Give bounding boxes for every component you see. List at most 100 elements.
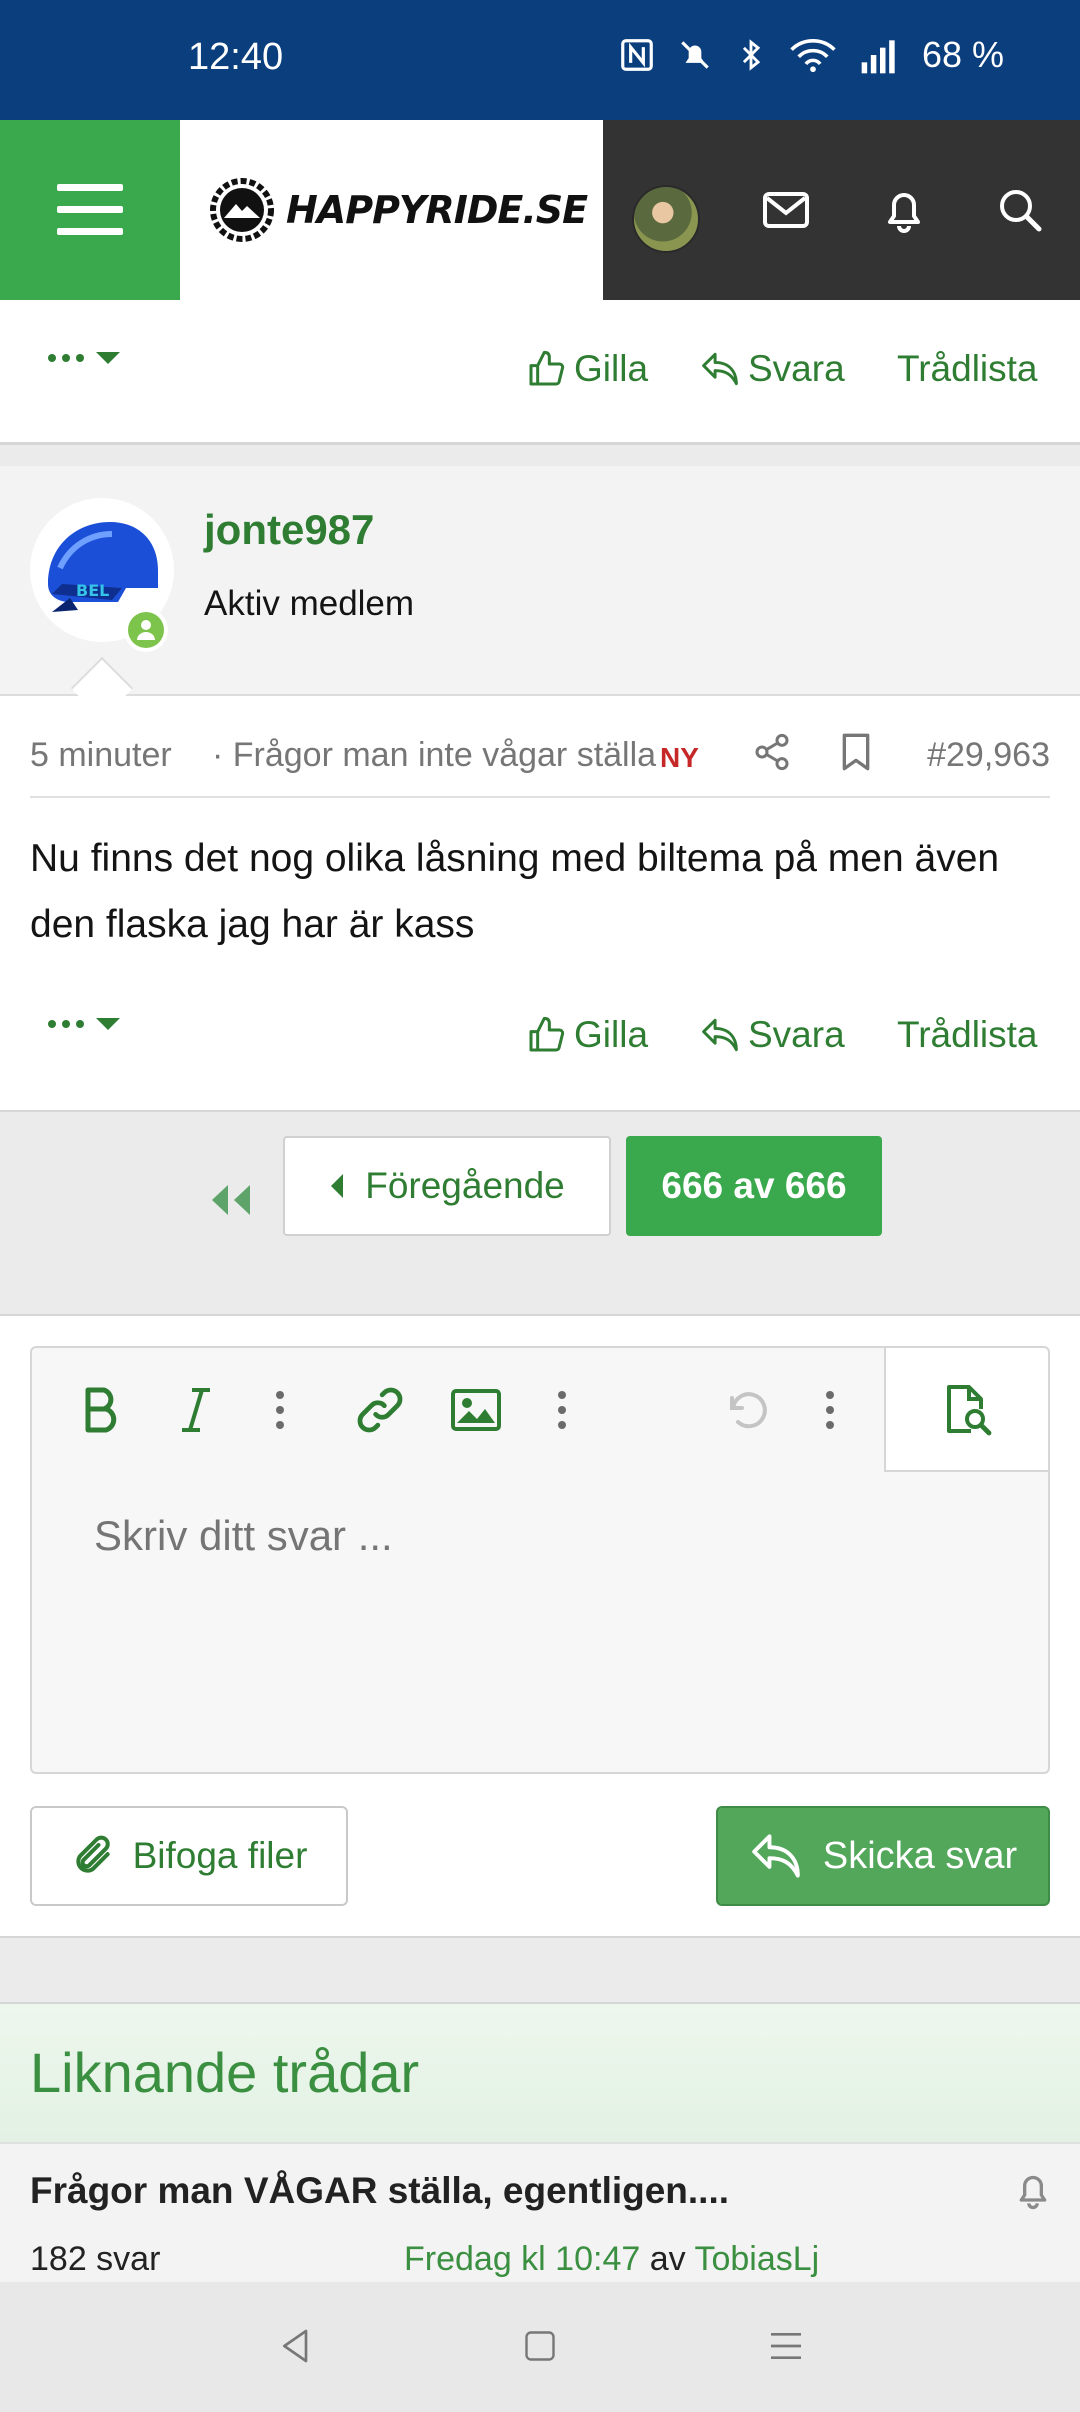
reply-icon: [702, 352, 738, 386]
recents-button[interactable]: [756, 2316, 816, 2376]
thread-list-link[interactable]: Trådlista: [897, 1014, 1038, 1056]
post-body: Nu finns det nog olika låsning med bilte…: [30, 837, 1000, 946]
bold-icon: [85, 1387, 117, 1433]
site-logo[interactable]: HAPPYRIDE.SE: [180, 120, 603, 300]
similar-threads-header: Liknande trådar: [0, 2002, 1080, 2142]
caret-down-icon: [96, 352, 120, 364]
status-icons: 68 %: [618, 34, 1004, 76]
like-button[interactable]: Gilla: [526, 1014, 648, 1056]
previous-page-button[interactable]: Föregående: [283, 1136, 611, 1236]
mail-button[interactable]: [758, 182, 814, 238]
bookmark-button[interactable]: [838, 732, 874, 781]
more-options-button[interactable]: [48, 1018, 120, 1030]
search-icon: [1000, 190, 1042, 232]
share-icon: [755, 733, 789, 771]
mail-icon: [763, 192, 809, 228]
more-options-button[interactable]: [48, 352, 120, 364]
alerts-button[interactable]: [876, 182, 932, 238]
last-post-time[interactable]: Fredag kl 10:47: [404, 2240, 640, 2278]
preview-icon: [947, 1385, 992, 1436]
back-triangle-icon: [283, 2329, 308, 2363]
search-button[interactable]: [992, 182, 1048, 238]
bold-button[interactable]: [72, 1380, 132, 1440]
menu-icon: [57, 184, 123, 235]
italic-icon: [182, 1388, 210, 1432]
reply-button[interactable]: Svara: [700, 1014, 845, 1056]
like-label: Gilla: [574, 348, 649, 389]
attach-files-button[interactable]: Bifoga filer: [30, 1806, 348, 1906]
back-button[interactable]: [266, 2316, 326, 2376]
avatar[interactable]: [632, 185, 700, 253]
undo-icon: [730, 1392, 767, 1429]
attach-label: Bifoga filer: [132, 1835, 308, 1876]
link-icon: [357, 1387, 403, 1433]
more-icon: [558, 1391, 566, 1429]
ellipsis-icon: [48, 354, 84, 362]
link-button[interactable]: [350, 1380, 410, 1440]
home-button[interactable]: [510, 2316, 570, 2376]
similar-thread-last-post: Fredag kl 10:47 av TobiasLj: [404, 2240, 819, 2279]
post-thread-link[interactable]: · Frågor man inte vågar ställa: [212, 736, 672, 775]
italic-button[interactable]: [166, 1380, 226, 1440]
signal-icon: [861, 40, 895, 74]
status-bar: 12:40 68 %: [0, 0, 1080, 120]
menu-lines-icon: [771, 2333, 801, 2359]
like-label: Gilla: [574, 1014, 649, 1055]
post-number[interactable]: #29,963: [927, 736, 1050, 775]
new-badge: NY: [660, 742, 699, 773]
logo-mountain-icon: [210, 178, 274, 242]
more-icon: [276, 1391, 284, 1429]
home-square-icon: [525, 2331, 555, 2361]
battery-level: 68 %: [921, 34, 1004, 75]
post-user-info: BEL jonte987 Aktiv medlem: [0, 466, 1080, 696]
reply-input[interactable]: [94, 1512, 974, 1560]
svg-text:BEL: BEL: [76, 581, 109, 600]
caret-down-icon: [96, 1018, 120, 1030]
paperclip-icon: [75, 1835, 110, 1873]
system-nav-bar: [0, 2282, 1080, 2412]
silent-icon: [681, 41, 709, 69]
reply-button[interactable]: Svara: [700, 348, 845, 390]
thumbs-up-icon: [529, 350, 565, 386]
thread-list-label: Trådlista: [897, 1014, 1038, 1055]
similar-thread-replies: 182 svar: [30, 2240, 161, 2278]
watch-thread-button[interactable]: [1014, 2170, 1052, 2215]
submit-reply-button[interactable]: Skicka svar: [716, 1806, 1050, 1906]
online-status-badge: [124, 608, 168, 652]
post-actions: Gilla Svara Trådlista: [0, 1000, 1080, 1070]
username[interactable]: jonte987: [204, 506, 374, 554]
submit-label: Skicka svar: [822, 1834, 1018, 1877]
image-button[interactable]: [446, 1380, 506, 1440]
similar-thread-title[interactable]: Frågor man VÅGAR ställa, egentligen....: [30, 2170, 729, 2212]
more-format-button[interactable]: [250, 1380, 310, 1440]
reply-label: Svara: [748, 348, 845, 389]
thread-list-link[interactable]: Trådlista: [897, 348, 1038, 390]
user-title: Aktiv medlem: [204, 584, 415, 623]
like-button[interactable]: Gilla: [526, 348, 648, 390]
logo-text: HAPPYRIDE.SE: [286, 188, 588, 232]
similar-threads-heading: Liknande trådar: [30, 2041, 420, 2104]
user-icon: [137, 620, 155, 640]
post-gap: [0, 445, 1080, 466]
more-insert-button[interactable]: [532, 1380, 592, 1440]
double-chevron-left-icon: [212, 1185, 250, 1215]
preview-button[interactable]: [884, 1348, 1048, 1472]
post-time[interactable]: 5 minuter: [30, 736, 172, 775]
last-post-user[interactable]: TobiasLj: [694, 2240, 819, 2278]
current-page-button[interactable]: 666 av 666: [626, 1136, 882, 1236]
first-page-button[interactable]: [200, 1170, 260, 1230]
menu-button[interactable]: [0, 120, 180, 300]
undo-button[interactable]: [716, 1380, 776, 1440]
wifi-icon: [790, 39, 836, 73]
share-button[interactable]: [752, 732, 792, 781]
pagination: Föregående 666 av 666: [0, 1110, 1080, 1316]
more-icon: [826, 1391, 834, 1429]
similar-thread-item[interactable]: Frågor man VÅGAR ställa, egentligen.... …: [0, 2142, 1080, 2282]
status-time: 12:40: [188, 36, 284, 78]
post-meta: 5 minuter · Frågor man inte vågar ställa…: [30, 730, 1050, 798]
bell-icon: [1019, 2175, 1047, 2210]
bluetooth-icon: [742, 39, 761, 71]
more-tools-button[interactable]: [800, 1380, 860, 1440]
caret-left-icon: [331, 1174, 344, 1198]
editor-toolbar: [32, 1348, 1048, 1472]
